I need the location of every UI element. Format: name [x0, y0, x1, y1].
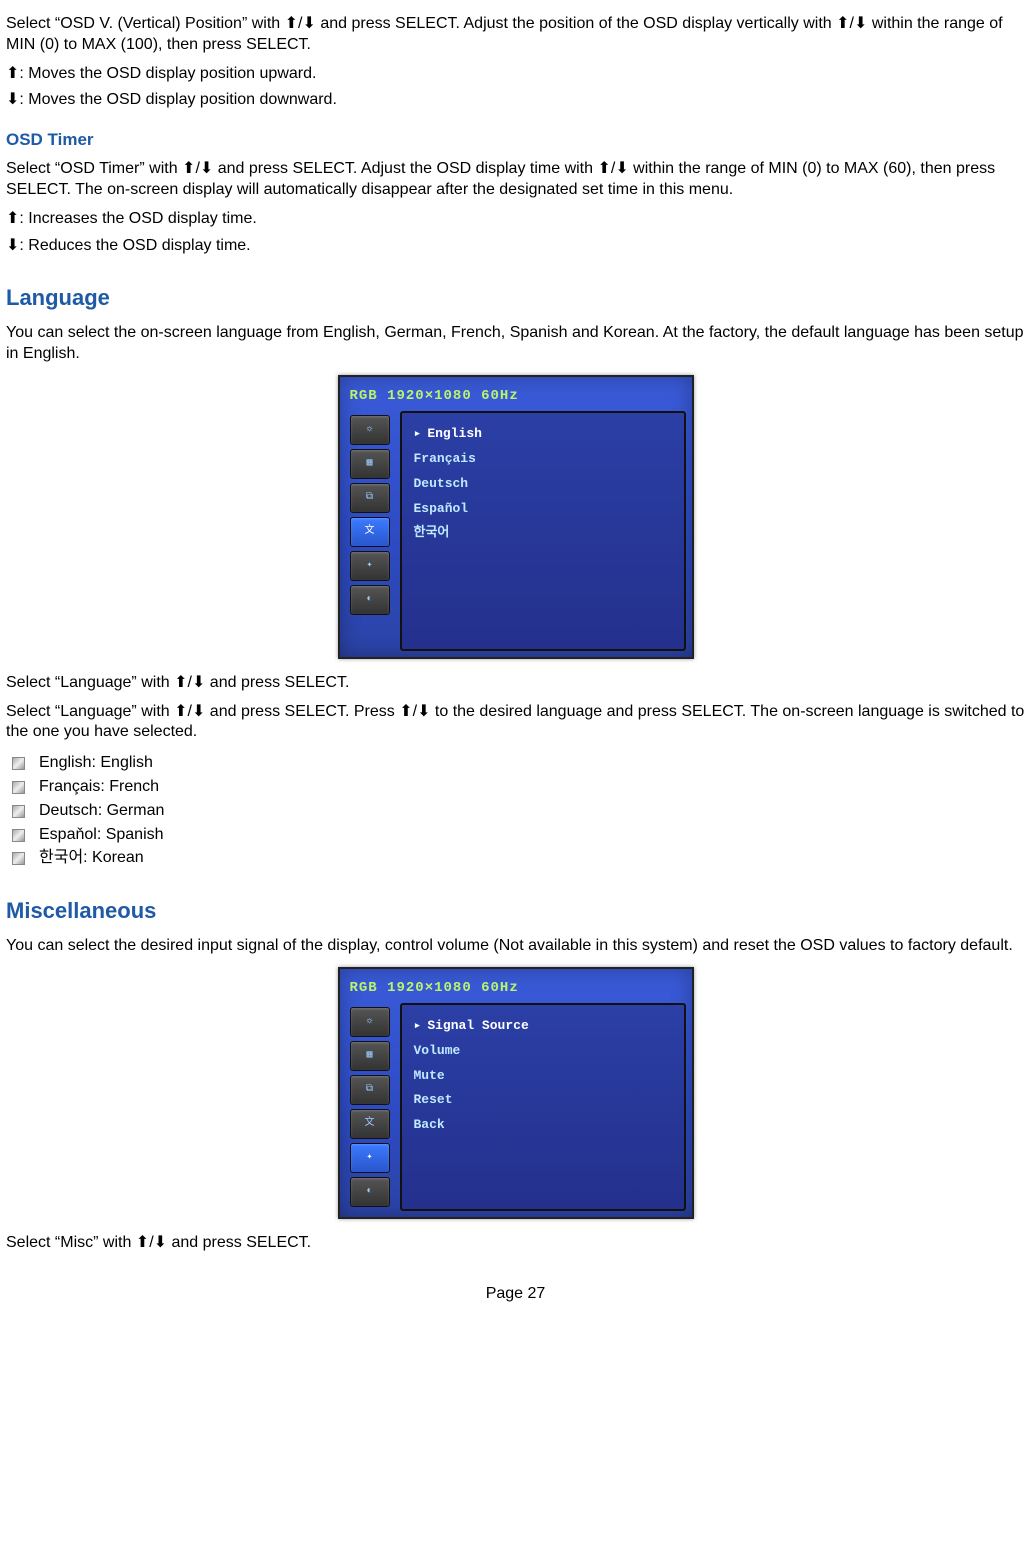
osd-item-label: 한국어: [414, 525, 450, 542]
timer-up: ⬆: Increases the OSD display time.: [6, 209, 1025, 230]
osd-misc-screenshot: RGB 1920×1080 60Hz ☼ ▦ ⧉ 文 ✦ ◐ ▸Signal S…: [338, 967, 694, 1219]
list-item: English: English: [12, 753, 1025, 774]
osd-header: RGB 1920×1080 60Hz: [350, 387, 682, 405]
osd-nav-icon: ⧉: [350, 483, 390, 513]
osdv-paragraph: Select “OSD V. (Vertical) Position” with…: [6, 14, 1025, 56]
osd-menu-item: 한국어: [408, 522, 678, 545]
osd-menu-item: Back: [408, 1114, 678, 1137]
osd-nav-icon: ✦: [350, 1143, 390, 1173]
list-item: Espaňol: Spanish: [12, 825, 1025, 846]
osd-menu-item: Deutsch: [408, 473, 678, 496]
language-select-1: Select “Language” with ⬆/⬇ and press SEL…: [6, 673, 1025, 694]
osd-menu-item: Volume: [408, 1040, 678, 1063]
osd-menu-item: Reset: [408, 1089, 678, 1112]
misc-select: Select “Misc” with ⬆/⬇ and press SELECT.: [6, 1233, 1025, 1254]
osd-icon-strip: ☼ ▦ ⧉ 文 ✦ ◐: [346, 1003, 400, 1211]
timer-down: ⬇: Reduces the OSD display time.: [6, 236, 1025, 257]
osd-item-label: Deutsch: [414, 476, 469, 493]
osd-nav-icon: 文: [350, 517, 390, 547]
osd-menu-item: Español: [408, 498, 678, 521]
osd-item-label: Mute: [414, 1068, 445, 1085]
osd-item-label: Signal Source: [427, 1018, 528, 1035]
timer-paragraph: Select “OSD Timer” with ⬆/⬇ and press SE…: [6, 159, 1025, 201]
language-list: English: English Français: French Deutsc…: [6, 753, 1025, 869]
osd-content: ▸English Français Deutsch Español 한국어: [400, 411, 686, 651]
list-item-label: Espaňol: Spanish: [39, 825, 164, 846]
heading-miscellaneous: Miscellaneous: [6, 897, 1025, 926]
osdv-down: ⬇: Moves the OSD display position downwa…: [6, 90, 1025, 111]
list-item-label: Français: French: [39, 777, 159, 798]
osd-content: ▸Signal Source Volume Mute Reset Back: [400, 1003, 686, 1211]
osd-item-label: Volume: [414, 1043, 461, 1060]
bullet-icon: [12, 852, 25, 865]
osd-item-label: English: [427, 426, 482, 443]
heading-language: Language: [6, 284, 1025, 313]
heading-osd-timer: OSD Timer: [6, 129, 1025, 151]
osd-nav-icon: ▦: [350, 1041, 390, 1071]
osd-item-label: Español: [414, 501, 469, 518]
list-item-label: Deutsch: German: [39, 801, 164, 822]
osd-nav-icon: ⧉: [350, 1075, 390, 1105]
language-intro: You can select the on-screen language fr…: [6, 323, 1025, 365]
osd-language-screenshot: RGB 1920×1080 60Hz ☼ ▦ ⧉ 文 ✦ ◐ ▸English …: [338, 375, 694, 659]
osd-nav-icon: ☼: [350, 415, 390, 445]
osd-nav-icon: ◐: [350, 585, 390, 615]
osd-header: RGB 1920×1080 60Hz: [350, 979, 682, 997]
osd-menu-item: ▸Signal Source: [408, 1015, 678, 1038]
osd-icon-strip: ☼ ▦ ⧉ 文 ✦ ◐: [346, 411, 400, 651]
misc-intro: You can select the desired input signal …: [6, 936, 1025, 957]
bullet-icon: [12, 805, 25, 818]
list-item: 한국어: Korean: [12, 848, 1025, 869]
osd-nav-icon: ✦: [350, 551, 390, 581]
osd-item-label: Back: [414, 1117, 445, 1134]
osd-item-label: Français: [414, 451, 476, 468]
list-item-label: 한국어: Korean: [39, 848, 144, 869]
bullet-icon: [12, 781, 25, 794]
osd-nav-icon: ◐: [350, 1177, 390, 1207]
list-item: Français: French: [12, 777, 1025, 798]
osdv-up: ⬆: Moves the OSD display position upward…: [6, 64, 1025, 85]
list-item: Deutsch: German: [12, 801, 1025, 822]
page-number: Page 27: [6, 1284, 1025, 1305]
osd-nav-icon: ☼: [350, 1007, 390, 1037]
osd-menu-item: Mute: [408, 1065, 678, 1088]
osd-nav-icon: ▦: [350, 449, 390, 479]
list-item-label: English: English: [39, 753, 153, 774]
osd-menu-item: ▸English: [408, 423, 678, 446]
bullet-icon: [12, 829, 25, 842]
osd-menu-item: Français: [408, 448, 678, 471]
language-select-2: Select “Language” with ⬆/⬇ and press SEL…: [6, 702, 1025, 744]
bullet-icon: [12, 757, 25, 770]
osd-item-label: Reset: [414, 1092, 453, 1109]
osd-nav-icon: 文: [350, 1109, 390, 1139]
